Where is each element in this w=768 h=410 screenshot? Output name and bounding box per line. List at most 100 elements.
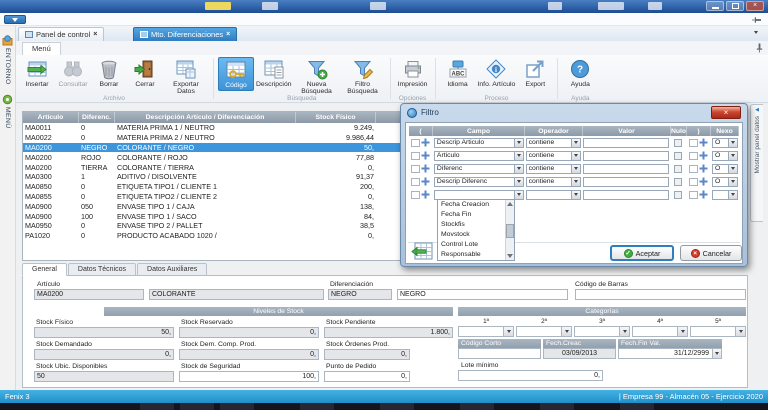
chevron-down-icon[interactable] xyxy=(728,191,737,199)
codigo-search-button[interactable]: Código xyxy=(218,57,254,91)
chevron-down-icon[interactable] xyxy=(571,165,580,173)
paren-picker-icon[interactable] xyxy=(421,138,430,147)
chevron-down-icon[interactable] xyxy=(514,165,523,173)
operador-select[interactable]: contiene xyxy=(526,151,582,161)
operador-select[interactable]: contiene xyxy=(526,177,582,187)
dropdown-item[interactable]: Fecha Fin xyxy=(438,210,505,220)
close-paren-input[interactable] xyxy=(689,178,698,186)
tab-list-dropdown-icon[interactable] xyxy=(754,31,758,34)
paren-picker-icon[interactable] xyxy=(699,138,708,147)
open-paren-input[interactable] xyxy=(411,165,420,173)
column-header-descripcion[interactable]: Descripción Artículo / Diferenciación xyxy=(115,112,296,123)
chevron-down-icon[interactable] xyxy=(514,191,523,199)
categoria-5-select[interactable] xyxy=(690,326,746,337)
pin-icon[interactable] xyxy=(752,17,762,24)
chevron-down-icon[interactable] xyxy=(514,139,523,147)
campo-select[interactable]: Diferenc xyxy=(434,164,524,174)
chevron-down-icon[interactable] xyxy=(571,178,580,186)
scrollbar-thumb[interactable] xyxy=(506,224,514,238)
campo-select-open[interactable] xyxy=(434,190,524,200)
chevron-down-icon[interactable] xyxy=(677,327,687,336)
paren-picker-icon[interactable] xyxy=(421,164,430,173)
valor-input[interactable] xyxy=(583,190,669,200)
open-paren-input[interactable] xyxy=(411,152,420,160)
new-search-button[interactable]: Nueva Búsqueda xyxy=(294,57,340,97)
delete-button[interactable]: Borrar xyxy=(91,57,127,89)
valor-input[interactable] xyxy=(583,151,669,161)
open-paren-input[interactable] xyxy=(411,191,420,199)
close-paren-input[interactable] xyxy=(689,191,698,199)
nulo-checkbox[interactable] xyxy=(674,139,682,147)
dropdown-item[interactable]: Movstock xyxy=(438,230,505,240)
column-header-diferenc[interactable]: Diferenc. xyxy=(79,112,115,123)
close-paren-input[interactable] xyxy=(689,152,698,160)
close-button[interactable]: × xyxy=(746,1,764,11)
dropdown-scrollbar[interactable] xyxy=(505,200,514,260)
close-tab-icon[interactable]: × xyxy=(93,31,97,38)
nexo-select[interactable]: O xyxy=(712,151,738,161)
valor-input[interactable] xyxy=(583,177,669,187)
quick-access-dropdown-button[interactable] xyxy=(4,15,26,24)
print-button[interactable]: Impresión xyxy=(395,57,431,89)
nexo-select[interactable]: O xyxy=(712,177,738,187)
tab-general[interactable]: General xyxy=(22,263,67,276)
paren-picker-icon[interactable] xyxy=(699,190,708,199)
operador-select[interactable]: contiene xyxy=(526,164,582,174)
valor-input[interactable] xyxy=(583,164,669,174)
dialog-close-button[interactable]: × xyxy=(711,106,741,119)
language-button[interactable]: ABC Idioma xyxy=(440,57,476,89)
categoria-1-select[interactable] xyxy=(458,326,514,337)
descripcion-search-button[interactable]: Descripción xyxy=(254,57,294,89)
chevron-down-icon[interactable] xyxy=(571,139,580,147)
campo-select[interactable]: Descrip Articulo xyxy=(434,138,524,148)
lote-minimo-field[interactable]: 0, xyxy=(458,370,603,381)
nexo-select[interactable]: O xyxy=(712,164,738,174)
chevron-down-icon[interactable] xyxy=(503,327,513,336)
fech-fin-select[interactable]: 31/12/2999 xyxy=(618,348,722,359)
nulo-checkbox[interactable] xyxy=(674,191,682,199)
chevron-down-icon[interactable] xyxy=(728,178,737,186)
dropdown-item[interactable]: Responsable xyxy=(438,250,505,260)
export-button[interactable]: Export xyxy=(517,57,553,89)
open-paren-input[interactable] xyxy=(411,139,420,147)
dropdown-item[interactable]: Stockfis xyxy=(438,220,505,230)
scroll-up-icon[interactable] xyxy=(507,202,513,206)
chevron-down-icon[interactable] xyxy=(712,348,722,359)
categoria-3-select[interactable] xyxy=(574,326,630,337)
column-header-stock[interactable]: Stock Físico xyxy=(296,112,376,123)
chevron-down-icon[interactable] xyxy=(619,327,629,336)
chevron-down-icon[interactable] xyxy=(571,191,580,199)
paren-picker-icon[interactable] xyxy=(421,177,430,186)
tab-mto-diferenciaciones[interactable]: Mto. Diferenciaciones × xyxy=(133,27,237,41)
close-tab-icon[interactable]: × xyxy=(226,31,230,38)
filter-search-button[interactable]: Filtro Búsqueda xyxy=(340,57,386,97)
close-paren-input[interactable] xyxy=(689,165,698,173)
chevron-down-icon[interactable] xyxy=(728,139,737,147)
paren-picker-icon[interactable] xyxy=(421,151,430,160)
cancel-button[interactable]: × Cancelar xyxy=(680,245,742,261)
codigo-corto-field[interactable] xyxy=(458,348,541,359)
scroll-down-icon[interactable] xyxy=(507,254,513,258)
nulo-checkbox[interactable] xyxy=(674,165,682,173)
stock-seguridad-field[interactable]: 100, xyxy=(179,371,319,382)
nexo-select[interactable] xyxy=(712,190,738,200)
categoria-4-select[interactable] xyxy=(632,326,688,337)
campo-select[interactable]: Articulo xyxy=(434,151,524,161)
punto-pedido-field[interactable]: 0, xyxy=(324,371,410,382)
chevron-down-icon[interactable] xyxy=(514,152,523,160)
insert-button[interactable]: Insertar xyxy=(19,57,55,89)
codigo-barras-field[interactable] xyxy=(575,289,746,300)
sidebar-item-menu[interactable]: MENÚ xyxy=(0,94,15,129)
export-data-button[interactable]: Exportar Datos xyxy=(163,57,209,97)
pin-icon[interactable] xyxy=(756,43,763,53)
close-paren-input[interactable] xyxy=(689,139,698,147)
nexo-select[interactable]: O xyxy=(712,138,738,148)
accept-button[interactable]: ✓ Aceptar xyxy=(610,245,674,261)
add-filter-row-icon[interactable] xyxy=(410,241,434,263)
paren-picker-icon[interactable] xyxy=(421,190,430,199)
nulo-checkbox[interactable] xyxy=(674,178,682,186)
chevron-down-icon[interactable] xyxy=(571,152,580,160)
chevron-down-icon[interactable] xyxy=(561,327,571,336)
chevron-down-icon[interactable] xyxy=(728,165,737,173)
chevron-down-icon[interactable] xyxy=(735,327,745,336)
